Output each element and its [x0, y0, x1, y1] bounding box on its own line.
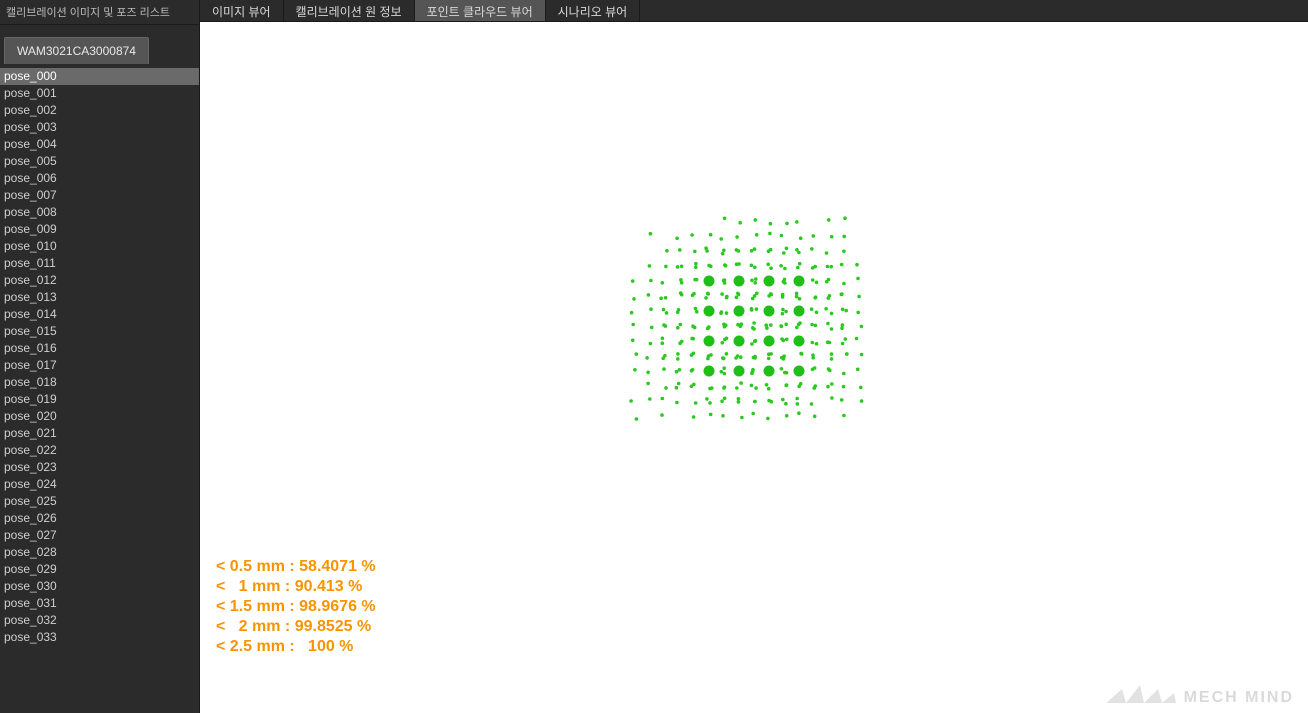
pointcloud-canvas[interactable] — [624, 211, 884, 441]
list-item[interactable]: pose_024 — [0, 476, 199, 493]
sidebar-inner: WAM3021CA3000874 pose_000pose_001pose_00… — [0, 25, 199, 713]
list-item[interactable]: pose_032 — [0, 612, 199, 629]
list-item[interactable]: pose_029 — [0, 561, 199, 578]
list-item[interactable]: pose_018 — [0, 374, 199, 391]
list-item[interactable]: pose_007 — [0, 187, 199, 204]
list-item[interactable]: pose_009 — [0, 221, 199, 238]
pointcloud-viewer[interactable]: < 0.5 mm : 58.4071 % < 1 mm : 90.413 % <… — [200, 22, 1308, 713]
list-item[interactable]: pose_027 — [0, 527, 199, 544]
list-item[interactable]: pose_031 — [0, 595, 199, 612]
brand-logo: MECH MIND — [1106, 679, 1294, 707]
list-item[interactable]: pose_016 — [0, 340, 199, 357]
list-item[interactable]: pose_011 — [0, 255, 199, 272]
list-item[interactable]: pose_023 — [0, 459, 199, 476]
tab[interactable]: 캘리브레이션 원 정보 — [284, 0, 415, 21]
sidebar-tab-wrap: WAM3021CA3000874 — [0, 25, 199, 68]
sidebar-panel: 캘리브레이션 이미지 및 포즈 리스트 WAM3021CA3000874 pos… — [0, 0, 200, 713]
tab-bar: 이미지 뷰어캘리브레이션 원 정보포인트 클라우드 뷰어시나리오 뷰어 — [200, 0, 1308, 22]
list-item[interactable]: pose_012 — [0, 272, 199, 289]
main-panel: 이미지 뷰어캘리브레이션 원 정보포인트 클라우드 뷰어시나리오 뷰어 < 0.… — [200, 0, 1308, 713]
accuracy-stats: < 0.5 mm : 58.4071 % < 1 mm : 90.413 % <… — [216, 557, 376, 657]
tab[interactable]: 이미지 뷰어 — [200, 0, 284, 21]
pose-list: pose_000pose_001pose_002pose_003pose_004… — [0, 68, 199, 646]
logo-text: MECH MIND — [1184, 689, 1294, 707]
list-item[interactable]: pose_030 — [0, 578, 199, 595]
list-item[interactable]: pose_000 — [0, 68, 199, 85]
list-item[interactable]: pose_022 — [0, 442, 199, 459]
list-item[interactable]: pose_033 — [0, 629, 199, 646]
list-item[interactable]: pose_025 — [0, 493, 199, 510]
list-item[interactable]: pose_017 — [0, 357, 199, 374]
app-root: 캘리브레이션 이미지 및 포즈 리스트 WAM3021CA3000874 pos… — [0, 0, 1308, 713]
tab[interactable]: 포인트 클라우드 뷰어 — [415, 0, 546, 21]
list-item[interactable]: pose_006 — [0, 170, 199, 187]
list-item[interactable]: pose_013 — [0, 289, 199, 306]
list-item[interactable]: pose_026 — [0, 510, 199, 527]
list-item[interactable]: pose_008 — [0, 204, 199, 221]
logo-icon — [1106, 679, 1176, 707]
camera-tab[interactable]: WAM3021CA3000874 — [4, 37, 149, 64]
list-item[interactable]: pose_003 — [0, 119, 199, 136]
list-item[interactable]: pose_019 — [0, 391, 199, 408]
list-item[interactable]: pose_020 — [0, 408, 199, 425]
list-item[interactable]: pose_010 — [0, 238, 199, 255]
list-item[interactable]: pose_001 — [0, 85, 199, 102]
list-item[interactable]: pose_004 — [0, 136, 199, 153]
list-item[interactable]: pose_015 — [0, 323, 199, 340]
list-item[interactable]: pose_021 — [0, 425, 199, 442]
list-item[interactable]: pose_002 — [0, 102, 199, 119]
tab[interactable]: 시나리오 뷰어 — [546, 0, 641, 21]
list-item[interactable]: pose_005 — [0, 153, 199, 170]
list-item[interactable]: pose_014 — [0, 306, 199, 323]
sidebar-title: 캘리브레이션 이미지 및 포즈 리스트 — [0, 0, 199, 25]
list-item[interactable]: pose_028 — [0, 544, 199, 561]
